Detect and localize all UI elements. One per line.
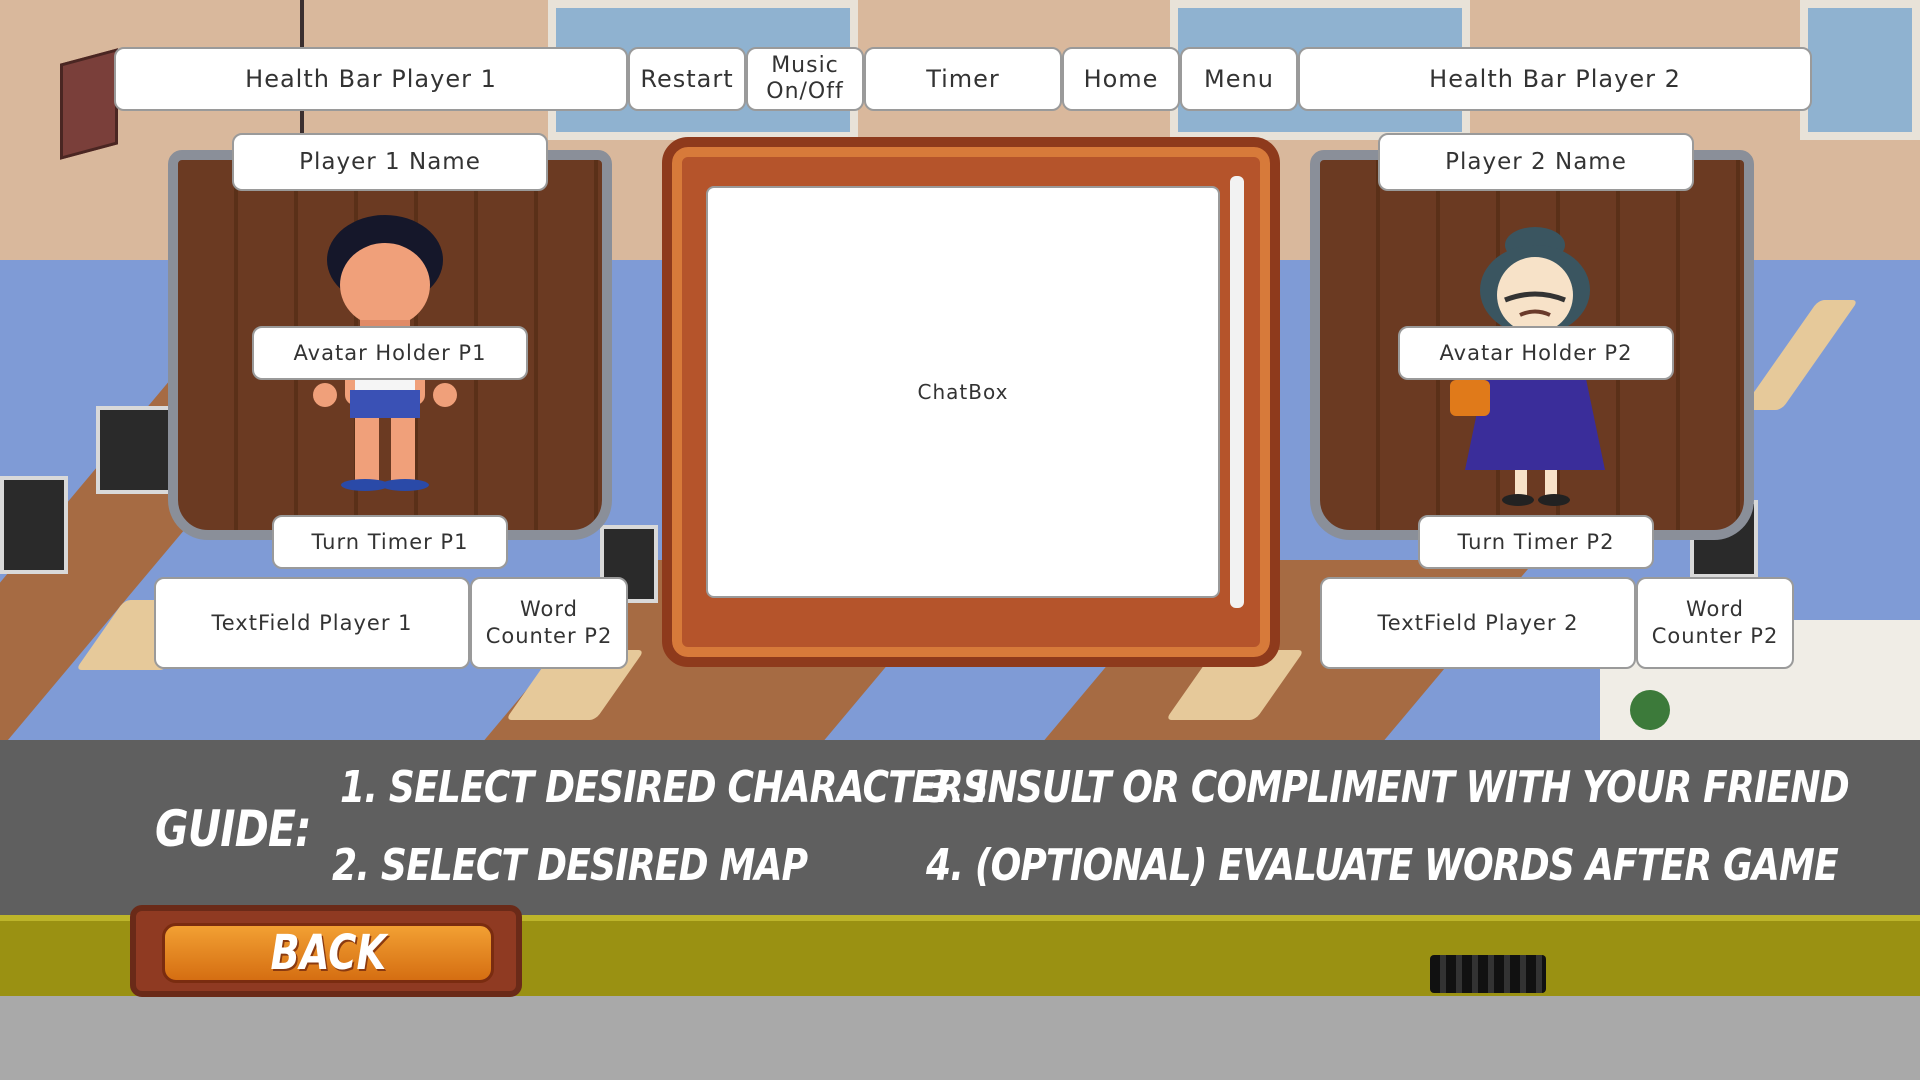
background-door	[60, 48, 118, 160]
chatbox: ChatBox	[706, 186, 1220, 598]
player-2-text-field[interactable]: TextField Player 2	[1320, 577, 1636, 669]
timer-display: Timer	[864, 47, 1062, 111]
ground	[0, 996, 1920, 1080]
player-1-text-field[interactable]: TextField Player 1	[154, 577, 470, 669]
back-button-label: BACK	[270, 925, 386, 981]
music-toggle-button[interactable]: Music On/Off	[746, 47, 864, 111]
background-monitor	[96, 406, 174, 494]
back-button-face[interactable]: BACK	[162, 923, 494, 983]
player-1-word-counter: Word Counter P2	[470, 577, 628, 669]
background-window	[1800, 0, 1920, 140]
vent-grate	[1430, 955, 1546, 993]
guide-step-1: 1. SELECT DESIRED CHARACTERS	[340, 762, 989, 813]
chatbox-scrollbar[interactable]	[1230, 176, 1244, 608]
health-bar-player-2: Health Bar Player 2	[1298, 47, 1812, 111]
home-button[interactable]: Home	[1062, 47, 1180, 111]
background-monitor	[0, 476, 68, 574]
player-1-avatar-holder[interactable]: Avatar Holder P1	[252, 326, 528, 380]
guide-step-2: 2. SELECT DESIRED MAP	[332, 840, 808, 891]
menu-button[interactable]: Menu	[1180, 47, 1298, 111]
player-2-avatar-holder[interactable]: Avatar Holder P2	[1398, 326, 1674, 380]
guide-label: GUIDE:	[155, 800, 312, 858]
player-1-turn-timer: Turn Timer P1	[272, 515, 508, 569]
background-plant	[1630, 690, 1670, 730]
player-2-name: Player 2 Name	[1378, 133, 1694, 191]
player-1-name: Player 1 Name	[232, 133, 548, 191]
back-button[interactable]: BACK	[130, 905, 522, 997]
guide-step-4: 4. (OPTIONAL) EVALUATE WORDS AFTER GAME	[926, 840, 1839, 891]
restart-button[interactable]: Restart	[628, 47, 746, 111]
health-bar-player-1: Health Bar Player 1	[114, 47, 628, 111]
guide-step-3: 3. INSULT OR COMPLIMENT WITH YOUR FRIEND	[926, 762, 1850, 813]
player-2-word-counter: Word Counter P2	[1636, 577, 1794, 669]
player-2-turn-timer: Turn Timer P2	[1418, 515, 1654, 569]
